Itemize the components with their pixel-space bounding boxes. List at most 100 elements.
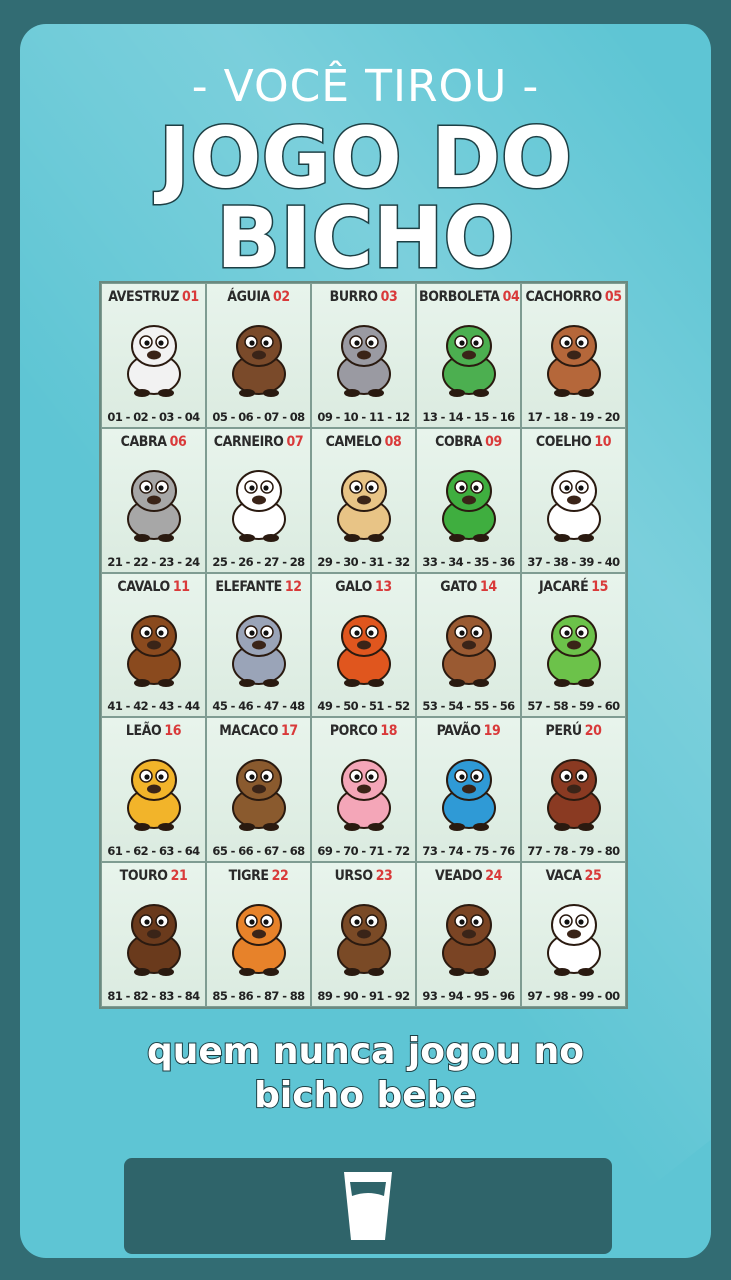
elephant-icon (231, 614, 286, 687)
animal-title: BURRO 03 (314, 289, 413, 305)
animal-numbers: 21 - 22 - 23 - 24 (107, 554, 200, 569)
title-line-1: JOGO DO (157, 109, 573, 207)
animal-group-number: 17 (281, 723, 298, 740)
animal-numbers: 49 - 50 - 51 - 52 (317, 699, 410, 714)
glass-icon (344, 1172, 392, 1240)
animal-name: CAMELO (325, 433, 382, 450)
animal-title: PORCO 18 (314, 723, 413, 739)
drink-button[interactable] (124, 1158, 612, 1254)
animal-title: CAVALO 11 (104, 579, 203, 595)
animal-group-number: 04 (502, 289, 520, 305)
sheep-icon (231, 469, 286, 542)
animal-group-number: 16 (164, 723, 182, 740)
animal-cell: AVESTRUZ 01 01 - 02 - 03 - 04 (101, 283, 206, 428)
animal-name: GATO (440, 578, 477, 595)
animal-name: LEÃO (125, 723, 162, 740)
animal-name: PAVÃO (436, 723, 481, 740)
animal-numbers: 01 - 02 - 03 - 04 (107, 409, 200, 424)
animal-name: BURRO (329, 289, 378, 305)
header-title: JOGO DO BICHO (0, 109, 731, 287)
animal-numbers: 41 - 42 - 43 - 44 (107, 699, 200, 714)
animal-name: PORCO (329, 723, 378, 740)
animal-title: CABRA 06 (104, 434, 203, 450)
camel-icon (336, 469, 391, 542)
animal-title: URSO 23 (314, 868, 413, 884)
animal-numbers: 13 - 14 - 15 - 16 (422, 409, 515, 424)
animal-name: CABRA (120, 433, 167, 450)
animal-cell: BURRO 03 09 - 10 - 11 - 12 (311, 283, 416, 428)
animal-name: TOURO (119, 868, 168, 885)
animal-title: CARNEIRO 07 (209, 434, 308, 450)
animal-title: ÁGUIA 02 (209, 289, 308, 305)
deer-icon (441, 904, 496, 977)
rabbit-icon (546, 469, 601, 542)
animal-cell: CAVALO 11 41 - 42 - 43 - 44 (101, 572, 206, 718)
animal-title: MACACO 17 (209, 723, 308, 739)
animal-numbers: 45 - 46 - 47 - 48 (212, 699, 305, 714)
peacock-icon (441, 759, 496, 832)
monkey-icon (231, 759, 286, 832)
animal-numbers: 09 - 10 - 11 - 12 (317, 409, 410, 424)
animal-numbers: 57 - 58 - 59 - 60 (527, 699, 620, 714)
animal-group-number: 24 (485, 868, 502, 885)
animal-numbers: 29 - 30 - 31 - 32 (317, 554, 410, 569)
animal-numbers: 25 - 26 - 27 - 28 (212, 554, 305, 569)
animal-title: LEÃO 16 (104, 723, 203, 739)
animal-title: GALO 13 (314, 579, 413, 595)
header-subtitle: - VOCÊ TIROU - (191, 61, 540, 112)
animal-group-number: 14 (479, 578, 497, 595)
animal-cell: URSO 23 89 - 90 - 91 - 92 (311, 862, 416, 1007)
animal-group-number: 25 (584, 868, 602, 885)
animal-name: PERÚ (545, 723, 583, 740)
animal-cell: COELHO 10 37 - 38 - 39 - 40 (521, 427, 626, 573)
animal-group-number: 07 (286, 433, 304, 450)
animal-title: AVESTRUZ 01 (104, 289, 203, 305)
caption-line-2: bicho bebe (253, 1074, 478, 1117)
animal-name: COBRA (435, 433, 483, 450)
animal-cell: VEADO 24 93 - 94 - 95 - 96 (416, 862, 521, 1007)
animal-numbers: 69 - 70 - 71 - 72 (317, 844, 410, 859)
cat-icon (441, 614, 496, 687)
goat-icon (126, 469, 181, 542)
horse-icon (126, 614, 181, 687)
animal-name: URSO (334, 868, 374, 885)
animal-title: ELEFANTE 12 (209, 579, 308, 595)
animal-name: AVESTRUZ (108, 289, 179, 305)
animal-cell: TIGRE 22 85 - 86 - 87 - 88 (206, 862, 311, 1007)
animal-numbers: 37 - 38 - 39 - 40 (527, 554, 620, 569)
animal-title: VEADO 24 (419, 868, 518, 884)
animal-group-number: 13 (374, 578, 392, 595)
animal-group-number: 19 (483, 723, 501, 740)
animal-title: VACA 25 (524, 868, 623, 884)
animal-cell: ÁGUIA 02 05 - 06 - 07 - 08 (206, 283, 311, 428)
animal-group-number: 21 (170, 868, 188, 885)
animal-cell: JACARÉ 15 57 - 58 - 59 - 60 (521, 572, 626, 718)
animal-name: CAVALO (117, 578, 170, 595)
animal-name: ÁGUIA (227, 289, 270, 305)
animal-numbers: 65 - 66 - 67 - 68 (212, 844, 305, 859)
rooster-icon (336, 614, 391, 687)
animal-group-number: 18 (380, 723, 398, 740)
snake-icon (441, 469, 496, 542)
caption-line-1: quem nunca jogou no (146, 1030, 585, 1073)
animal-title: TOURO 21 (104, 868, 203, 884)
animal-title: COBRA 09 (419, 434, 518, 450)
animal-numbers: 33 - 34 - 35 - 36 (422, 554, 515, 569)
animal-group-number: 09 (485, 433, 502, 450)
animal-numbers: 81 - 82 - 83 - 84 (107, 989, 200, 1003)
animal-name: BORBOLETA (419, 289, 500, 305)
dog-icon (546, 325, 601, 397)
animal-title: PERÚ 20 (524, 723, 623, 739)
title-line-2: BICHO (215, 189, 517, 287)
animal-group-number: 10 (594, 433, 612, 450)
animal-group-number: 11 (172, 578, 190, 595)
animal-title: JACARÉ 15 (524, 579, 623, 595)
animal-numbers: 53 - 54 - 55 - 56 (422, 699, 515, 714)
animal-title: CACHORRO 05 (524, 289, 623, 305)
animal-cell: GALO 13 49 - 50 - 51 - 52 (311, 572, 416, 718)
animal-group-number: 08 (384, 433, 402, 450)
pig-icon (336, 759, 391, 832)
animal-group-number: 03 (380, 289, 398, 305)
butterfly-icon (441, 325, 496, 397)
animal-cell: CARNEIRO 07 25 - 26 - 27 - 28 (206, 427, 311, 573)
